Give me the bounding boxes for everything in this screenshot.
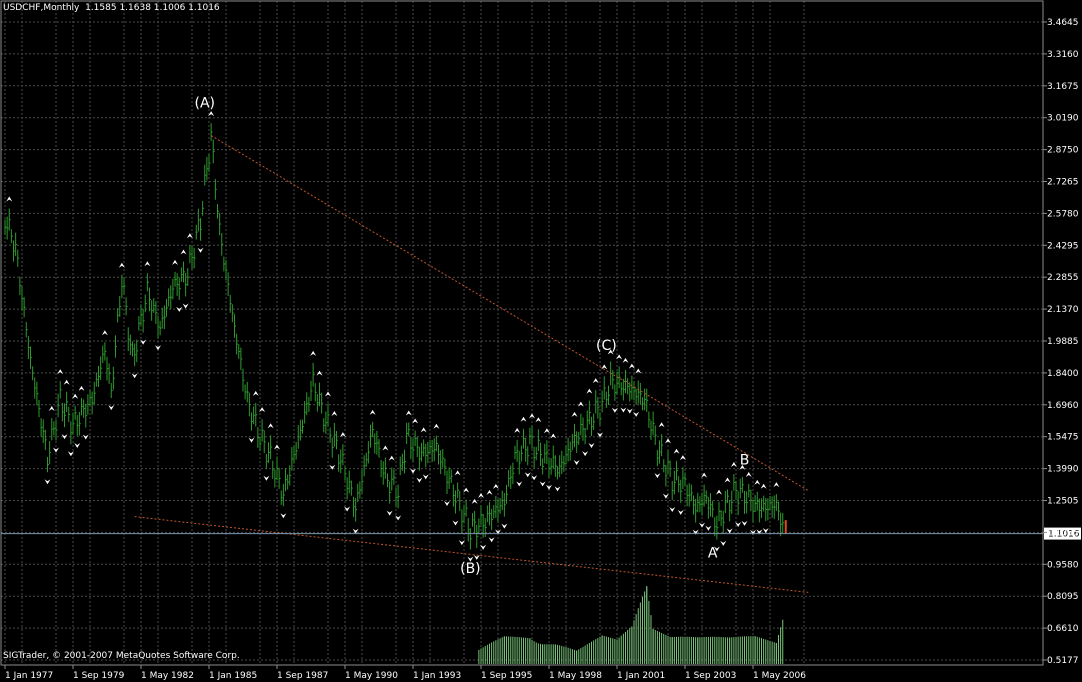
x-tick-label: 1 May 1990 (345, 671, 398, 681)
y-tick-label: 1.3990 (1047, 465, 1079, 475)
y-tick-label: 0.9580 (1047, 560, 1079, 570)
y-tick-label: 2.4295 (1047, 241, 1079, 251)
chart-header: USDCHF,Monthly 1.1585 1.1638 1.1006 1.10… (3, 3, 220, 13)
x-tick-label: 1 Jan 1977 (5, 671, 53, 681)
x-tick-label: 1 Jan 1993 (413, 671, 461, 681)
wave-label: (B) (460, 561, 481, 577)
y-tick-label: 2.5780 (1047, 209, 1079, 219)
y-tick-label: 2.2855 (1047, 273, 1079, 283)
x-tick-label: 1 Sep 1987 (277, 671, 328, 681)
wave-label: B (740, 453, 750, 469)
y-tick-label: 2.1370 (1047, 305, 1079, 315)
y-tick-label: 1.8400 (1047, 369, 1079, 379)
symbol-label: USDCHF,Monthly (3, 3, 80, 13)
y-tick-label: 3.0190 (1047, 114, 1079, 124)
wave-label: A (708, 546, 718, 562)
y-tick-label: 2.8750 (1047, 146, 1079, 156)
wave-label: (C) (596, 338, 617, 354)
copyright-text: SIGTrader, © 2001-2007 MetaQuotes Softwa… (3, 651, 240, 661)
y-tick-label: 3.1675 (1047, 82, 1079, 92)
x-tick-label: 1 Sep 1979 (73, 671, 125, 681)
x-tick-label: 1 May 2006 (753, 671, 806, 681)
y-tick-label: 1.9885 (1047, 337, 1079, 347)
y-tick-label: 1.6960 (1047, 401, 1079, 411)
x-tick-label: 1 Sep 1995 (481, 671, 532, 681)
ohlc-readout: 1.1585 1.1638 1.1006 1.1016 (85, 3, 220, 13)
y-tick-label: 1.5475 (1047, 433, 1079, 443)
x-tick-label: 1 May 1982 (141, 671, 194, 681)
y-tick-label: 2.7265 (1047, 178, 1079, 188)
price-chart[interactable]: 1.1016 (A)(B)(C)AB 3.46453.31603.16753.0… (0, 0, 1082, 682)
y-tick-label: 1.1065 (1047, 528, 1079, 538)
x-tick-label: 1 Sep 2003 (685, 671, 736, 681)
price-axis: 3.4645 3.3160 3.1675 3.0190 2.8750 2.7265 2.57… (1043, 18, 1079, 666)
x-tick-label: 1 Jan 1985 (209, 671, 257, 681)
y-tick-label: 0.6610 (1047, 624, 1079, 634)
y-tick-label: 1.2505 (1047, 497, 1079, 507)
x-tick-label: 1 May 1998 (549, 671, 602, 681)
y-tick-label: 0.5177 (1047, 656, 1079, 666)
y-tick-label: 3.3160 (1047, 50, 1079, 60)
y-tick-label: 0.8095 (1047, 592, 1079, 602)
wave-label: (A) (194, 95, 215, 111)
y-tick-label: 3.4645 (1047, 18, 1079, 28)
x-tick-label: 1 Jan 2001 (617, 671, 665, 681)
